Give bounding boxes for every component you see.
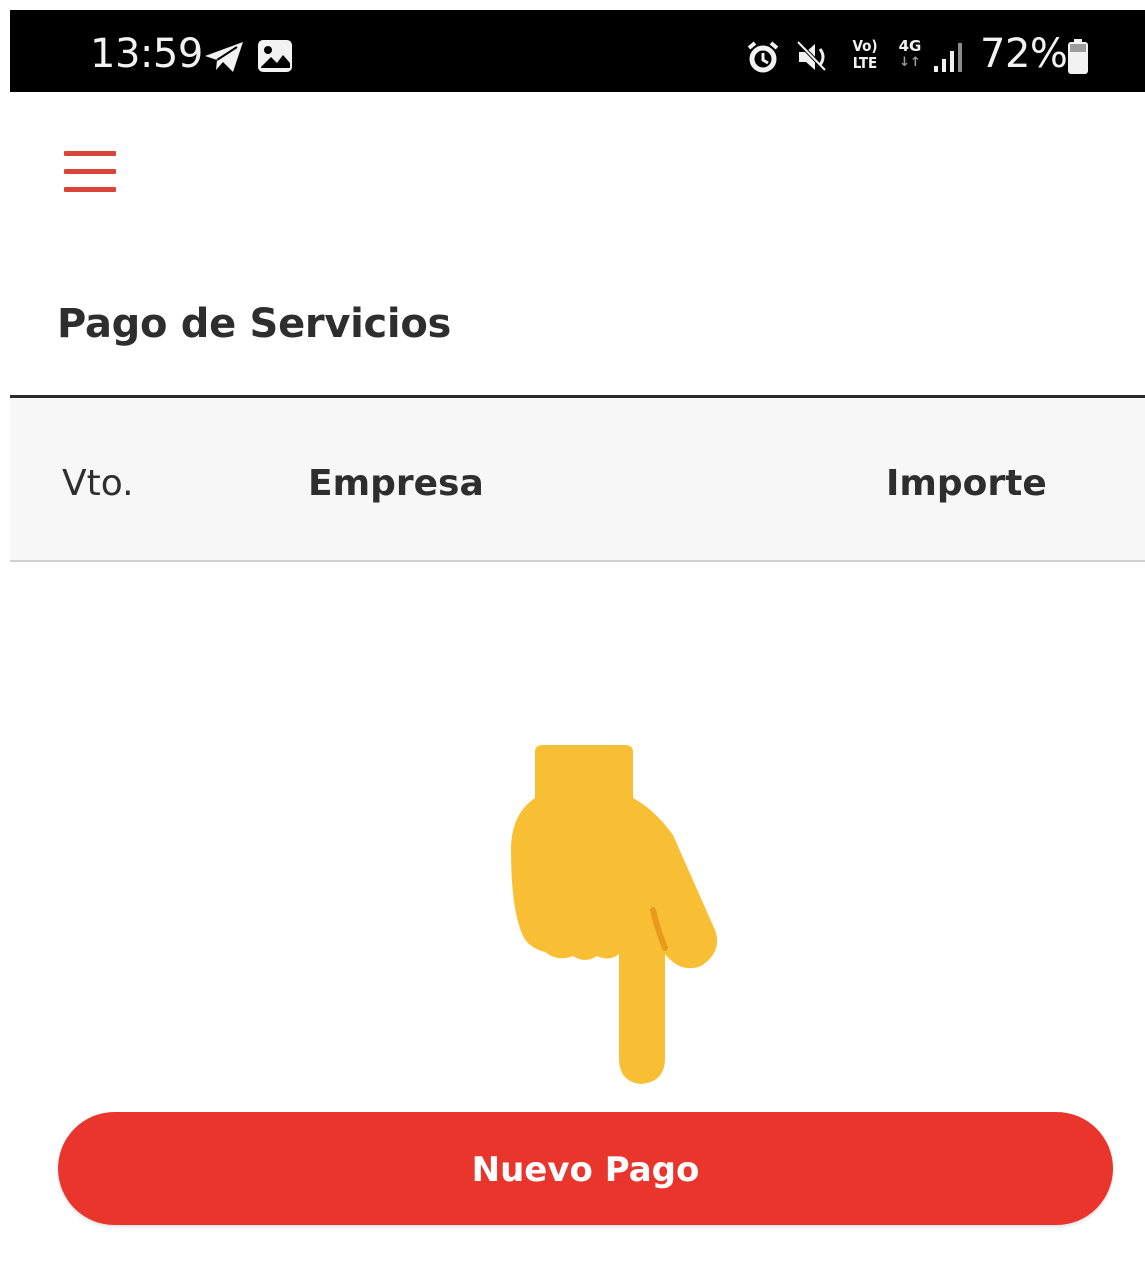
new-payment-button-label: Nuevo Pago [471,1150,700,1190]
network-type: 4G ↓↑ [895,38,925,74]
pointing-down-hand-icon [511,745,718,1084]
status-bar: 13:59 Vo) LTE 4G ↓↑ 72% [10,10,1145,92]
new-payment-button[interactable]: Nuevo Pago [58,1112,1113,1225]
battery-percent: 72% [980,31,1068,77]
telegram-icon [205,42,243,72]
volte-indicator: Vo) LTE [845,38,885,74]
status-time: 13:59 [90,31,203,77]
alarm-icon [747,41,779,73]
page-title: Pago de Servicios [57,301,452,347]
data-arrows-icon: ↓↑ [899,55,921,70]
hamburger-menu-icon[interactable] [58,145,120,197]
network-type-label: 4G [898,37,922,55]
battery-icon [1068,39,1088,74]
column-header-empresa: Empresa [308,463,484,504]
lte-label: LTE [852,54,878,72]
mute-icon [796,40,827,72]
table-header: Vto. Empresa Importe [10,395,1145,562]
gallery-icon [258,40,292,72]
signal-icon [934,43,962,72]
column-header-vto: Vto. [62,463,134,504]
volte-label: Vo) [852,37,878,55]
column-header-importe: Importe [886,463,1047,504]
